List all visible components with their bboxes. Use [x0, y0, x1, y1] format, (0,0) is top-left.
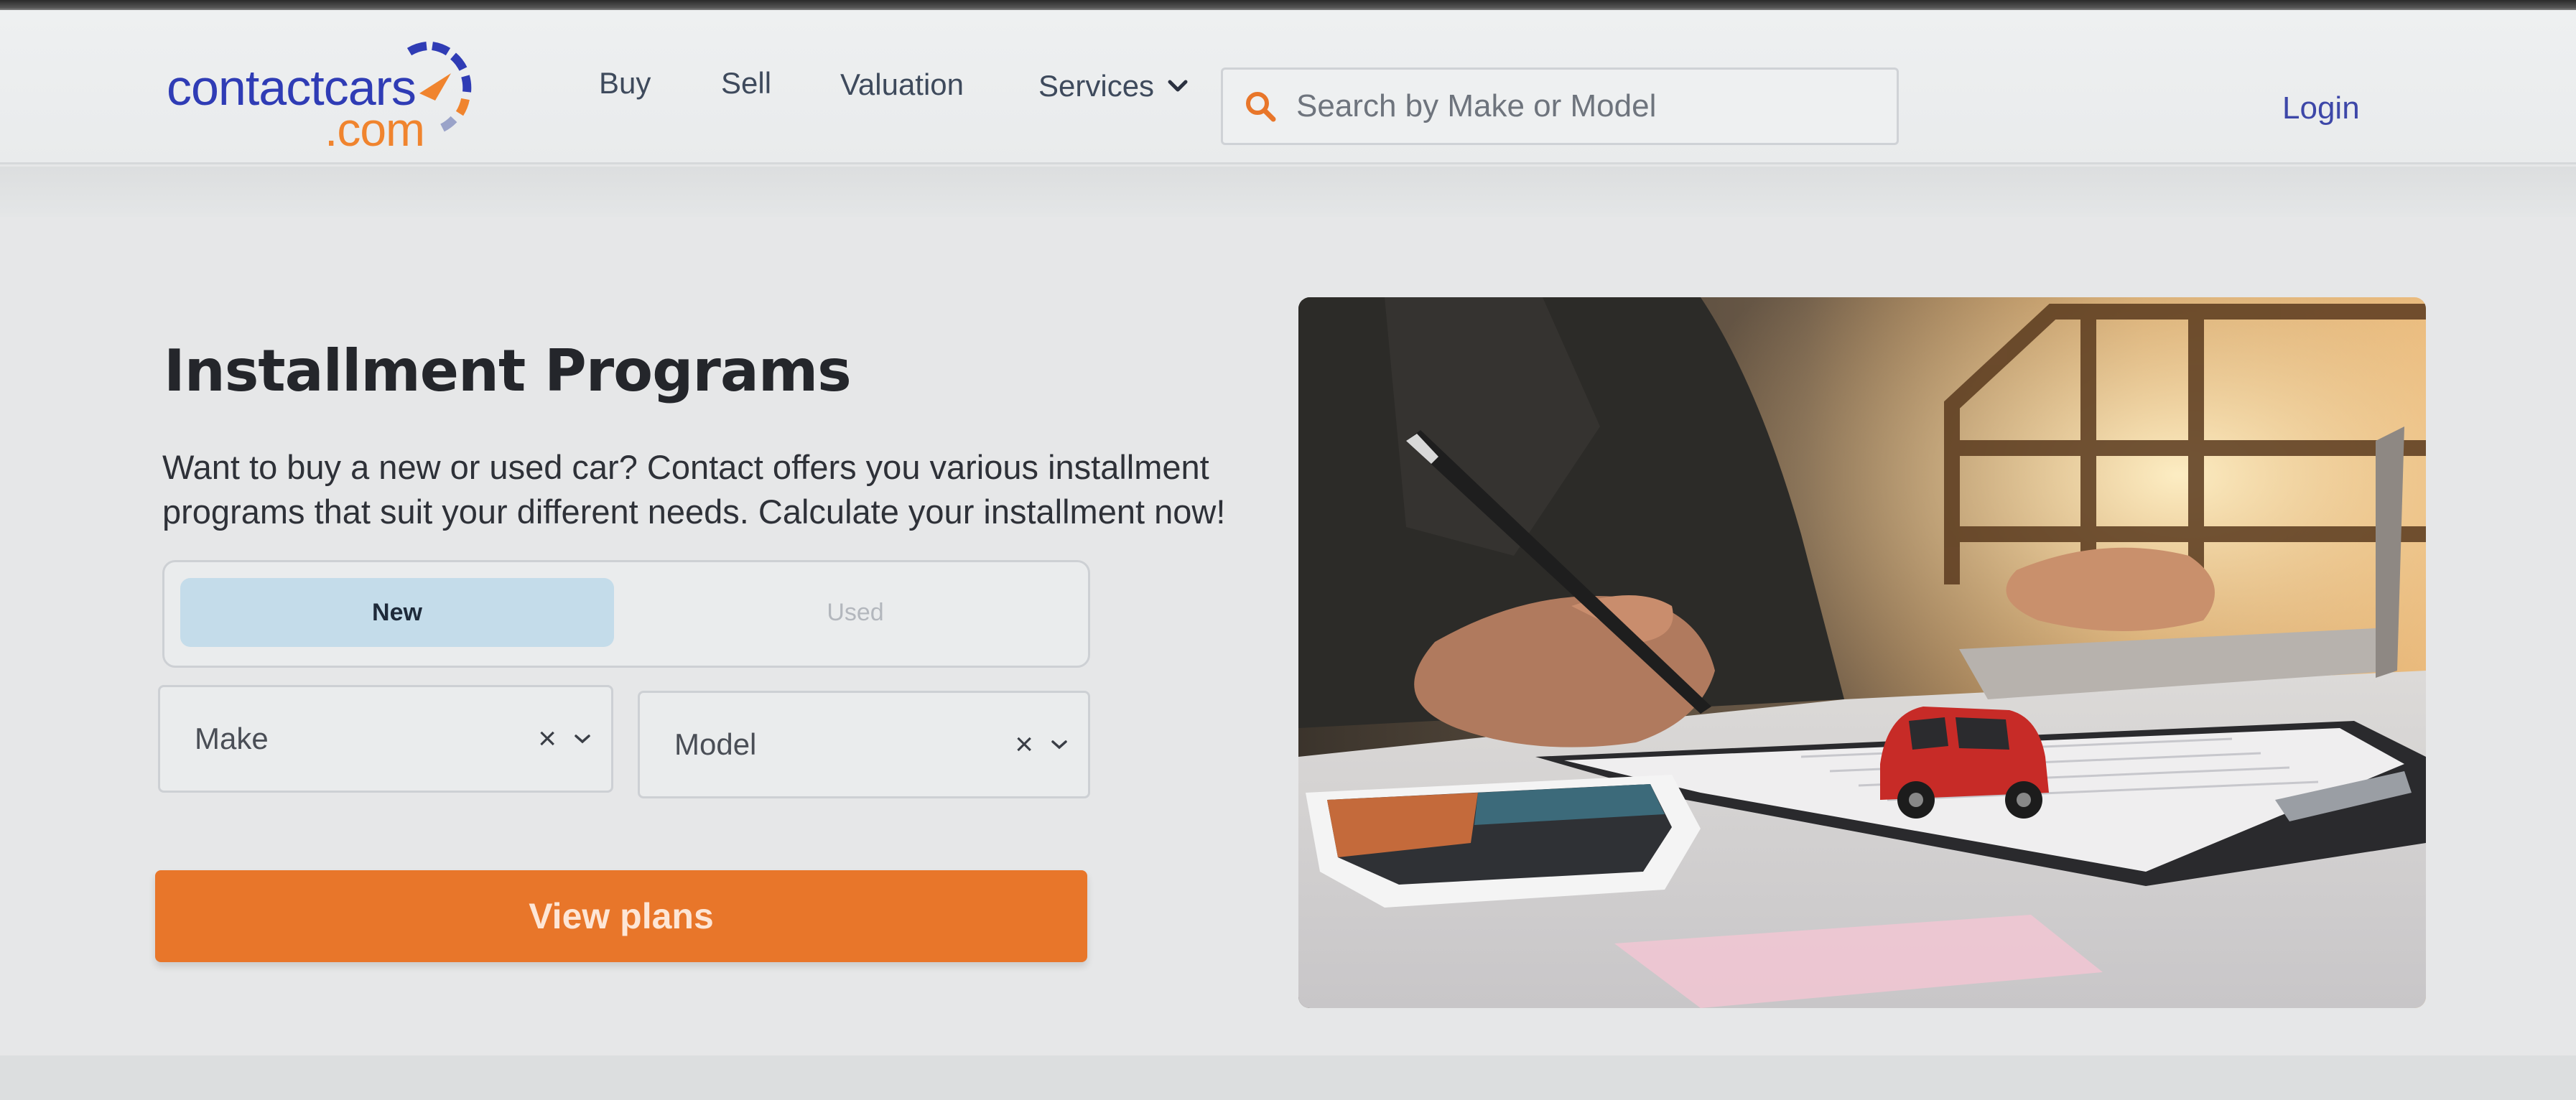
- page-title: Installment Programs: [164, 337, 852, 404]
- site-logo[interactable]: contactcars .com: [167, 37, 490, 156]
- nav-services[interactable]: Services: [1038, 69, 1189, 103]
- hero-image: [1298, 297, 2426, 1008]
- toggle-new-option[interactable]: New: [180, 578, 614, 647]
- clear-icon[interactable]: ×: [538, 723, 557, 755]
- view-plans-button[interactable]: View plans: [155, 870, 1087, 962]
- speedometer-icon: [406, 42, 472, 132]
- chevron-down-icon[interactable]: [572, 732, 592, 746]
- header-subbar: [0, 167, 2576, 217]
- toggle-used-option[interactable]: Used: [638, 578, 1072, 647]
- chevron-down-icon[interactable]: [1049, 737, 1069, 752]
- clear-icon[interactable]: ×: [1015, 729, 1033, 760]
- model-select[interactable]: Model ×: [638, 691, 1090, 798]
- nav-sell[interactable]: Sell: [721, 66, 771, 101]
- login-link[interactable]: Login: [2282, 90, 2360, 126]
- make-select-controls: ×: [538, 723, 592, 755]
- model-select-controls: ×: [1015, 729, 1069, 760]
- condition-toggle: New Used: [162, 560, 1090, 668]
- page-description: Want to buy a new or used car? Contact o…: [162, 448, 1226, 531]
- nav-buy[interactable]: Buy: [599, 66, 651, 101]
- nav-valuation[interactable]: Valuation: [840, 67, 964, 102]
- make-select-placeholder: Make: [195, 722, 269, 755]
- nav-services-label: Services: [1038, 69, 1155, 103]
- search-input[interactable]: [1296, 88, 1871, 124]
- search-icon: [1246, 92, 1276, 122]
- chevron-down-icon: [1168, 80, 1188, 92]
- page-bottom-edge: [0, 1055, 2576, 1100]
- site-header: contactcars .com Buy Sell Valuation Serv…: [0, 10, 2576, 164]
- contract-signing-illustration: [1298, 297, 2426, 1008]
- make-select[interactable]: Make ×: [158, 685, 613, 793]
- search-bar[interactable]: [1221, 67, 1899, 145]
- model-select-placeholder: Model: [674, 727, 757, 761]
